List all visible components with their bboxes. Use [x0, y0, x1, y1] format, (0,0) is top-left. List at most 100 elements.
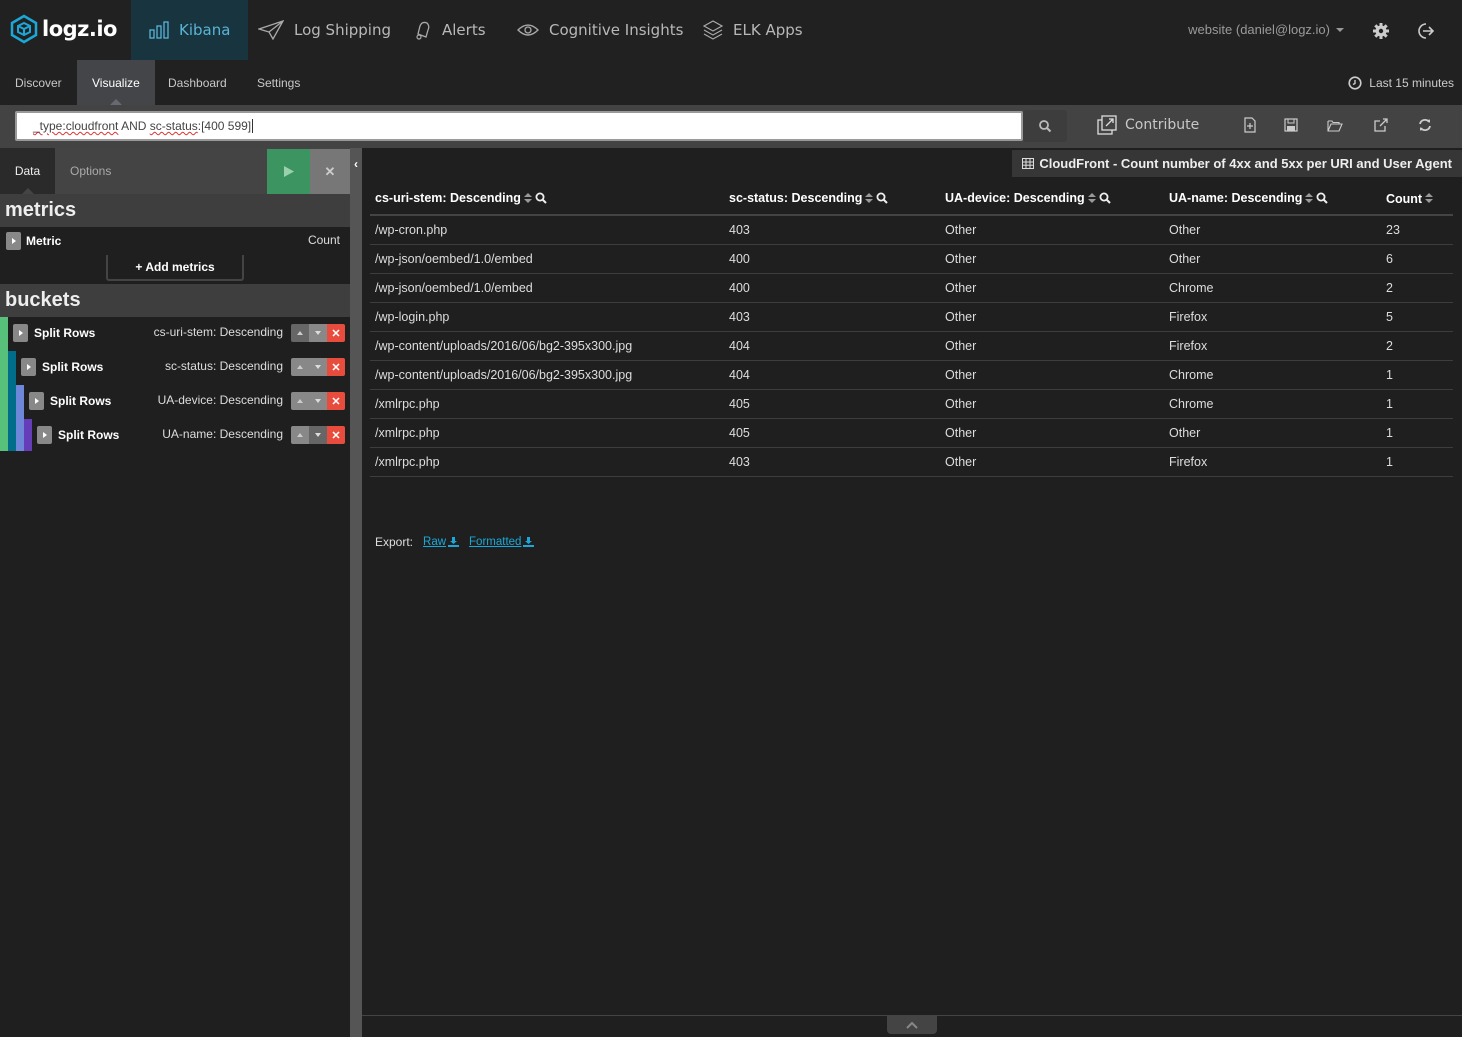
- table-cell: 6: [1381, 244, 1453, 274]
- export-raw-link[interactable]: Raw: [423, 535, 460, 549]
- reload-button[interactable]: [1415, 115, 1435, 135]
- table-cell: /xmlrpc.php: [370, 447, 724, 477]
- nav-elk-apps-label: ELK Apps: [733, 21, 803, 39]
- table-row: /xmlrpc.php 405 Other Other 1: [370, 418, 1453, 448]
- text-cursor: [252, 119, 254, 133]
- move-down-button[interactable]: [309, 324, 327, 342]
- caret-right-icon[interactable]: [6, 232, 21, 250]
- move-up-button[interactable]: [291, 392, 309, 410]
- table-cell: Firefox: [1164, 302, 1381, 332]
- filter-search-icon[interactable]: [1099, 192, 1111, 207]
- bell-icon: [416, 21, 430, 40]
- caret-right-icon[interactable]: [37, 426, 52, 444]
- plus-icon: +: [135, 260, 143, 274]
- column-header[interactable]: Count: [1381, 184, 1453, 216]
- move-up-button[interactable]: [291, 358, 309, 376]
- bucket-label: Split Rows: [34, 326, 96, 340]
- apply-changes-button[interactable]: [267, 149, 310, 194]
- logo-text: logz.io: [42, 17, 117, 41]
- move-down-button[interactable]: [309, 358, 327, 376]
- kibana-subnav: Discover Visualize Dashboard Settings La…: [0, 60, 1462, 105]
- bucket-order-controls: ✕: [291, 324, 345, 342]
- table-cell: /wp-content/uploads/2016/06/bg2-395x300.…: [370, 331, 724, 361]
- nav-alerts[interactable]: Alerts: [414, 0, 486, 60]
- move-up-button[interactable]: [291, 324, 309, 342]
- share-button[interactable]: [1371, 115, 1391, 135]
- column-header[interactable]: UA-device: Descending: [940, 184, 1164, 216]
- export-bar: Export: Raw Formatted: [375, 535, 535, 549]
- move-up-button[interactable]: [291, 426, 309, 444]
- remove-bucket-button[interactable]: ✕: [327, 358, 345, 376]
- sort-icon[interactable]: [1087, 192, 1096, 206]
- tab-dashboard[interactable]: Dashboard: [153, 60, 242, 105]
- tab-settings[interactable]: Settings: [242, 60, 315, 105]
- filter-search-icon[interactable]: [535, 192, 547, 207]
- new-file-icon: [1244, 117, 1256, 133]
- save-button[interactable]: [1281, 115, 1301, 135]
- metrics-header: metrics: [0, 194, 350, 227]
- sidebar-resize-handle[interactable]: [350, 148, 362, 1037]
- settings-button[interactable]: [1370, 20, 1392, 42]
- paper-plane-icon: [258, 20, 284, 40]
- bucket-row[interactable]: Split Rows UA-name: Descending ✕: [0, 419, 350, 453]
- table-row: /wp-cron.php 403 Other Other 23: [370, 215, 1453, 245]
- export-formatted-link[interactable]: Formatted: [469, 535, 535, 549]
- sort-icon[interactable]: [865, 192, 874, 206]
- column-header[interactable]: cs-uri-stem: Descending: [370, 184, 724, 216]
- filter-search-icon[interactable]: [876, 192, 889, 207]
- nav-log-shipping[interactable]: Log Shipping: [258, 0, 391, 60]
- tab-visualize[interactable]: Visualize: [77, 60, 155, 105]
- table-icon: [1022, 158, 1035, 169]
- caret-right-icon[interactable]: [21, 358, 36, 376]
- new-visualization-button[interactable]: [1240, 115, 1260, 135]
- metric-row[interactable]: Metric Count: [0, 227, 350, 255]
- toggle-spy-panel-button[interactable]: [887, 1016, 937, 1034]
- caret-right-icon[interactable]: [29, 392, 44, 410]
- play-icon: [283, 166, 294, 177]
- table-cell: 404: [724, 331, 940, 361]
- table-cell: 400: [724, 244, 940, 274]
- nav-cognitive-insights[interactable]: Cognitive Insights: [517, 0, 683, 60]
- column-header[interactable]: sc-status: Descending: [724, 184, 940, 216]
- search-button[interactable]: [1023, 110, 1067, 142]
- table-cell: /wp-login.php: [370, 302, 724, 332]
- sort-icon[interactable]: [523, 192, 532, 206]
- tab-discover[interactable]: Discover: [0, 60, 77, 105]
- close-icon: ✕: [331, 327, 341, 340]
- logzio-logo[interactable]: logz.io: [10, 14, 117, 44]
- chevron-up-icon: [906, 1021, 918, 1029]
- filter-search-icon[interactable]: [1316, 192, 1329, 207]
- bucket-row[interactable]: Split Rows sc-status: Descending ✕: [0, 351, 350, 385]
- column-header[interactable]: UA-name: Descending: [1164, 184, 1381, 216]
- table-cell: /wp-content/uploads/2016/06/bg2-395x300.…: [370, 360, 724, 390]
- bucket-row[interactable]: Split Rows UA-device: Descending ✕: [0, 385, 350, 419]
- bucket-value: UA-device: Descending: [157, 393, 283, 407]
- query-bar: _type:cloudfront AND sc-status:[400 599]…: [0, 105, 1462, 148]
- move-down-button[interactable]: [309, 392, 327, 410]
- contribute-button[interactable]: Contribute: [1097, 115, 1199, 135]
- caret-right-icon[interactable]: [13, 324, 28, 342]
- sort-icon[interactable]: [1305, 192, 1314, 206]
- discard-changes-button[interactable]: ✕: [310, 149, 350, 194]
- account-dropdown[interactable]: website (daniel@logz.io): [1188, 22, 1344, 37]
- move-down-button[interactable]: [309, 426, 327, 444]
- add-metrics-button[interactable]: + Add metrics: [106, 255, 244, 281]
- tab-data[interactable]: Data: [0, 148, 55, 194]
- time-picker[interactable]: Last 15 minutes: [1348, 76, 1454, 90]
- remove-bucket-button[interactable]: ✕: [327, 426, 345, 444]
- search-query-input[interactable]: _type:cloudfront AND sc-status:[400 599]: [15, 111, 1023, 141]
- remove-bucket-button[interactable]: ✕: [327, 324, 345, 342]
- nav-kibana[interactable]: Kibana: [131, 0, 249, 60]
- open-button[interactable]: [1325, 115, 1345, 135]
- nav-log-shipping-label: Log Shipping: [294, 21, 391, 39]
- table-cell: Other: [940, 302, 1164, 332]
- sort-icon[interactable]: [1425, 192, 1434, 206]
- download-icon: [523, 537, 535, 547]
- nav-elk-apps[interactable]: ELK Apps: [703, 0, 803, 60]
- collapse-sidebar-button[interactable]: ‹: [350, 154, 362, 174]
- logout-button[interactable]: [1415, 20, 1437, 42]
- tab-options[interactable]: Options: [70, 148, 111, 194]
- bucket-row[interactable]: Split Rows cs-uri-stem: Descending ✕: [0, 317, 350, 351]
- remove-bucket-button[interactable]: ✕: [327, 392, 345, 410]
- column-header-label: cs-uri-stem: Descending: [375, 191, 521, 206]
